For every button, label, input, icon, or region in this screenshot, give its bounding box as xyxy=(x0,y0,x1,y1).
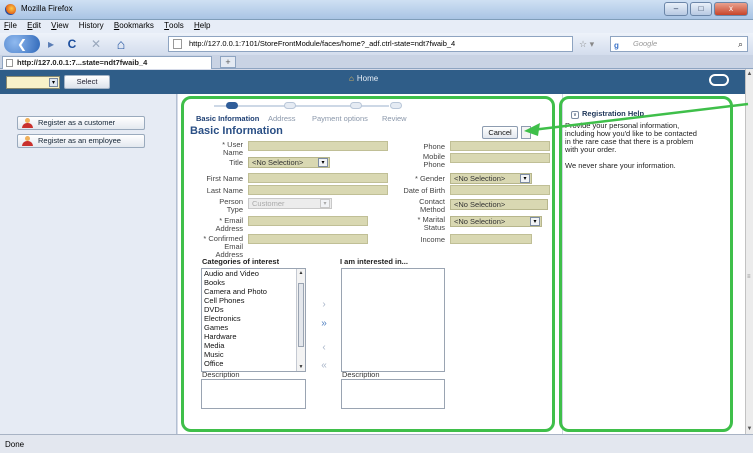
page-scrollbar[interactable]: ▲ ≡ ▼ xyxy=(745,69,753,434)
user-icon xyxy=(22,118,33,128)
register-employee-button[interactable]: Register as an employee xyxy=(17,134,145,148)
scroll-grip: ≡ xyxy=(747,274,751,280)
page-icon xyxy=(6,59,13,67)
status-bar: Done xyxy=(0,434,753,453)
app-header: ▾ Select ⌂ Home xyxy=(0,70,745,94)
new-tab-button[interactable]: + xyxy=(220,56,236,68)
tab-label: http://127.0.0.1:7...state=ndt7fwaib_4 xyxy=(17,58,148,67)
window-title: Mozilla Firefox xyxy=(21,4,73,13)
firefox-icon xyxy=(5,4,16,15)
menu-edit[interactable]: Edit xyxy=(23,20,45,31)
form-highlight-box xyxy=(181,96,555,432)
home-icon: ⌂ xyxy=(349,74,354,83)
menu-bookmarks[interactable]: Bookmarks xyxy=(110,20,158,31)
chat-icon[interactable] xyxy=(709,74,729,86)
menubar: File Edit View History Bookmarks Tools H… xyxy=(0,20,753,33)
menu-help[interactable]: Help xyxy=(190,20,214,31)
module-select[interactable]: ▾ xyxy=(6,76,60,89)
menu-tools[interactable]: Tools xyxy=(160,20,188,31)
url-input[interactable]: http://127.0.0.1:7101/StoreFrontModule/f… xyxy=(168,36,573,52)
left-panel: Register as a customer Register as an em… xyxy=(0,94,177,434)
status-text: Done xyxy=(5,440,25,449)
search-input[interactable]: g Google ⌕ xyxy=(610,36,748,52)
tab-active[interactable]: http://127.0.0.1:7...state=ndt7fwaib_4 xyxy=(2,56,212,69)
reload-button[interactable]: C xyxy=(64,35,80,53)
menu-file[interactable]: File xyxy=(0,20,21,31)
bookmark-star-icon[interactable]: ☆ ▾ xyxy=(575,36,605,52)
search-placeholder: Google xyxy=(633,39,658,48)
url-text: http://127.0.0.1:7101/StoreFrontModule/f… xyxy=(189,39,456,48)
scroll-up-arrow[interactable]: ▲ xyxy=(746,71,753,77)
navigation-toolbar: ❮ ▸ C ✕ ⌂ http://127.0.0.1:7101/StoreFro… xyxy=(0,33,753,55)
menu-view[interactable]: View xyxy=(47,20,72,31)
maximize-button[interactable]: □ xyxy=(690,2,712,16)
select-button[interactable]: Select xyxy=(64,75,110,89)
forward-dropdown-button[interactable]: ▸ xyxy=(44,35,58,53)
window-titlebar: Mozilla Firefox – □ x xyxy=(0,0,753,20)
user-icon xyxy=(22,136,33,146)
minimize-button[interactable]: – xyxy=(664,2,688,16)
google-icon: g xyxy=(614,41,619,50)
tab-strip: http://127.0.0.1:7...state=ndt7fwaib_4 + xyxy=(0,55,753,69)
stop-button[interactable]: ✕ xyxy=(88,35,104,53)
back-button[interactable]: ❮ xyxy=(4,35,40,53)
page-icon xyxy=(173,39,182,49)
close-button[interactable]: x xyxy=(714,2,748,16)
scroll-down-arrow[interactable]: ▼ xyxy=(746,426,753,432)
home-link[interactable]: ⌂ Home xyxy=(349,74,378,83)
menu-history[interactable]: History xyxy=(75,20,108,31)
chevron-down-icon: ▾ xyxy=(49,78,58,87)
home-button[interactable]: ⌂ xyxy=(112,35,130,53)
search-icon[interactable]: ⌕ xyxy=(738,37,743,51)
register-customer-button[interactable]: Register as a customer xyxy=(17,116,145,130)
help-highlight-box xyxy=(559,96,733,432)
